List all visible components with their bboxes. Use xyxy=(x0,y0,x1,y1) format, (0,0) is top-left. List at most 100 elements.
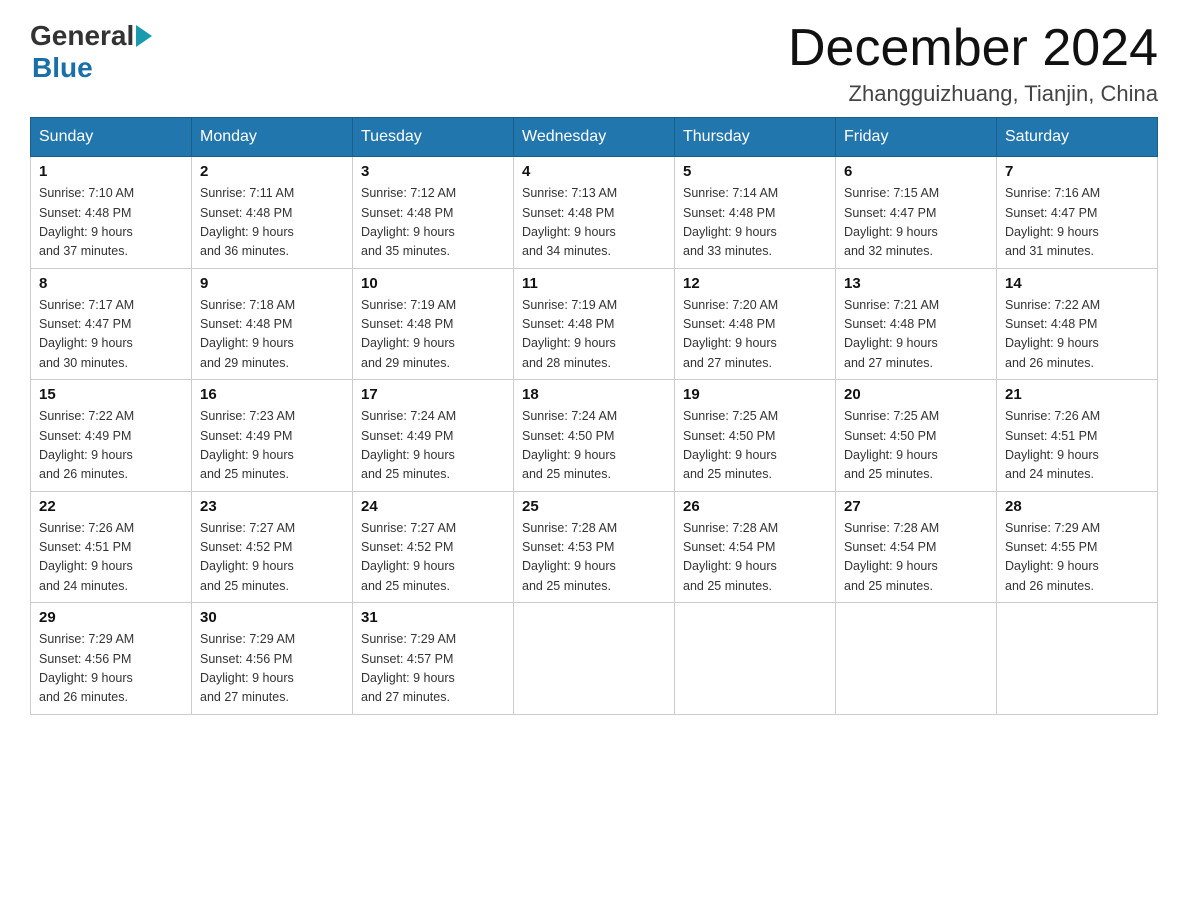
day-number: 11 xyxy=(522,275,666,292)
calendar-cell: 18 Sunrise: 7:24 AMSunset: 4:50 PMDaylig… xyxy=(514,380,675,492)
logo: General Blue xyxy=(30,20,153,84)
day-info: Sunrise: 7:29 AMSunset: 4:55 PMDaylight:… xyxy=(1005,521,1100,593)
day-number: 2 xyxy=(200,163,344,180)
calendar-cell: 19 Sunrise: 7:25 AMSunset: 4:50 PMDaylig… xyxy=(675,380,836,492)
day-number: 22 xyxy=(39,498,183,515)
weekday-header-thursday: Thursday xyxy=(675,118,836,157)
calendar-cell: 28 Sunrise: 7:29 AMSunset: 4:55 PMDaylig… xyxy=(997,491,1158,603)
calendar-cell: 12 Sunrise: 7:20 AMSunset: 4:48 PMDaylig… xyxy=(675,268,836,380)
weekday-header-wednesday: Wednesday xyxy=(514,118,675,157)
logo-blue: Blue xyxy=(32,52,153,84)
day-number: 23 xyxy=(200,498,344,515)
calendar-cell: 24 Sunrise: 7:27 AMSunset: 4:52 PMDaylig… xyxy=(353,491,514,603)
title-block: December 2024 Zhangguizhuang, Tianjin, C… xyxy=(788,20,1158,107)
calendar-week-row: 8 Sunrise: 7:17 AMSunset: 4:47 PMDayligh… xyxy=(31,268,1158,380)
day-info: Sunrise: 7:29 AMSunset: 4:56 PMDaylight:… xyxy=(39,632,134,704)
day-info: Sunrise: 7:25 AMSunset: 4:50 PMDaylight:… xyxy=(683,409,778,481)
day-info: Sunrise: 7:15 AMSunset: 4:47 PMDaylight:… xyxy=(844,186,939,258)
calendar-cell: 21 Sunrise: 7:26 AMSunset: 4:51 PMDaylig… xyxy=(997,380,1158,492)
day-info: Sunrise: 7:16 AMSunset: 4:47 PMDaylight:… xyxy=(1005,186,1100,258)
calendar-cell: 2 Sunrise: 7:11 AMSunset: 4:48 PMDayligh… xyxy=(192,157,353,269)
day-info: Sunrise: 7:11 AMSunset: 4:48 PMDaylight:… xyxy=(200,186,294,258)
day-info: Sunrise: 7:18 AMSunset: 4:48 PMDaylight:… xyxy=(200,298,295,370)
day-number: 10 xyxy=(361,275,505,292)
calendar-cell xyxy=(997,603,1158,715)
day-info: Sunrise: 7:12 AMSunset: 4:48 PMDaylight:… xyxy=(361,186,456,258)
calendar-cell: 1 Sunrise: 7:10 AMSunset: 4:48 PMDayligh… xyxy=(31,157,192,269)
calendar-cell: 17 Sunrise: 7:24 AMSunset: 4:49 PMDaylig… xyxy=(353,380,514,492)
day-number: 9 xyxy=(200,275,344,292)
day-number: 27 xyxy=(844,498,988,515)
day-info: Sunrise: 7:19 AMSunset: 4:48 PMDaylight:… xyxy=(522,298,617,370)
calendar-cell: 30 Sunrise: 7:29 AMSunset: 4:56 PMDaylig… xyxy=(192,603,353,715)
day-number: 31 xyxy=(361,609,505,626)
weekday-header-saturday: Saturday xyxy=(997,118,1158,157)
weekday-header-friday: Friday xyxy=(836,118,997,157)
calendar-cell: 25 Sunrise: 7:28 AMSunset: 4:53 PMDaylig… xyxy=(514,491,675,603)
day-number: 5 xyxy=(683,163,827,180)
day-info: Sunrise: 7:10 AMSunset: 4:48 PMDaylight:… xyxy=(39,186,134,258)
day-number: 6 xyxy=(844,163,988,180)
calendar-cell: 9 Sunrise: 7:18 AMSunset: 4:48 PMDayligh… xyxy=(192,268,353,380)
calendar-cell: 20 Sunrise: 7:25 AMSunset: 4:50 PMDaylig… xyxy=(836,380,997,492)
logo-row1: General xyxy=(30,20,153,52)
calendar-cell: 27 Sunrise: 7:28 AMSunset: 4:54 PMDaylig… xyxy=(836,491,997,603)
day-info: Sunrise: 7:29 AMSunset: 4:57 PMDaylight:… xyxy=(361,632,456,704)
calendar-cell: 22 Sunrise: 7:26 AMSunset: 4:51 PMDaylig… xyxy=(31,491,192,603)
calendar-cell xyxy=(514,603,675,715)
day-info: Sunrise: 7:27 AMSunset: 4:52 PMDaylight:… xyxy=(200,521,295,593)
day-number: 4 xyxy=(522,163,666,180)
day-info: Sunrise: 7:27 AMSunset: 4:52 PMDaylight:… xyxy=(361,521,456,593)
calendar-week-row: 1 Sunrise: 7:10 AMSunset: 4:48 PMDayligh… xyxy=(31,157,1158,269)
day-info: Sunrise: 7:22 AMSunset: 4:49 PMDaylight:… xyxy=(39,409,134,481)
day-number: 26 xyxy=(683,498,827,515)
calendar-cell: 14 Sunrise: 7:22 AMSunset: 4:48 PMDaylig… xyxy=(997,268,1158,380)
day-info: Sunrise: 7:24 AMSunset: 4:50 PMDaylight:… xyxy=(522,409,617,481)
day-number: 15 xyxy=(39,386,183,403)
day-number: 17 xyxy=(361,386,505,403)
calendar-week-row: 29 Sunrise: 7:29 AMSunset: 4:56 PMDaylig… xyxy=(31,603,1158,715)
calendar-cell: 10 Sunrise: 7:19 AMSunset: 4:48 PMDaylig… xyxy=(353,268,514,380)
day-info: Sunrise: 7:24 AMSunset: 4:49 PMDaylight:… xyxy=(361,409,456,481)
page-header: General Blue December 2024 Zhangguizhuan… xyxy=(30,20,1158,107)
day-number: 29 xyxy=(39,609,183,626)
day-number: 24 xyxy=(361,498,505,515)
weekday-header-sunday: Sunday xyxy=(31,118,192,157)
day-number: 30 xyxy=(200,609,344,626)
calendar-cell: 26 Sunrise: 7:28 AMSunset: 4:54 PMDaylig… xyxy=(675,491,836,603)
calendar-cell: 5 Sunrise: 7:14 AMSunset: 4:48 PMDayligh… xyxy=(675,157,836,269)
calendar-header-row: SundayMondayTuesdayWednesdayThursdayFrid… xyxy=(31,118,1158,157)
calendar-cell: 29 Sunrise: 7:29 AMSunset: 4:56 PMDaylig… xyxy=(31,603,192,715)
calendar-cell xyxy=(675,603,836,715)
day-info: Sunrise: 7:28 AMSunset: 4:54 PMDaylight:… xyxy=(683,521,778,593)
calendar-cell: 7 Sunrise: 7:16 AMSunset: 4:47 PMDayligh… xyxy=(997,157,1158,269)
day-number: 13 xyxy=(844,275,988,292)
calendar-cell: 11 Sunrise: 7:19 AMSunset: 4:48 PMDaylig… xyxy=(514,268,675,380)
day-info: Sunrise: 7:25 AMSunset: 4:50 PMDaylight:… xyxy=(844,409,939,481)
day-info: Sunrise: 7:22 AMSunset: 4:48 PMDaylight:… xyxy=(1005,298,1100,370)
day-info: Sunrise: 7:28 AMSunset: 4:54 PMDaylight:… xyxy=(844,521,939,593)
day-number: 14 xyxy=(1005,275,1149,292)
day-number: 12 xyxy=(683,275,827,292)
day-info: Sunrise: 7:29 AMSunset: 4:56 PMDaylight:… xyxy=(200,632,295,704)
day-number: 16 xyxy=(200,386,344,403)
month-title: December 2024 xyxy=(788,20,1158,77)
day-info: Sunrise: 7:21 AMSunset: 4:48 PMDaylight:… xyxy=(844,298,939,370)
calendar-cell: 8 Sunrise: 7:17 AMSunset: 4:47 PMDayligh… xyxy=(31,268,192,380)
location-subtitle: Zhangguizhuang, Tianjin, China xyxy=(788,81,1158,107)
day-number: 3 xyxy=(361,163,505,180)
calendar-cell: 15 Sunrise: 7:22 AMSunset: 4:49 PMDaylig… xyxy=(31,380,192,492)
day-info: Sunrise: 7:28 AMSunset: 4:53 PMDaylight:… xyxy=(522,521,617,593)
day-number: 8 xyxy=(39,275,183,292)
calendar-cell: 31 Sunrise: 7:29 AMSunset: 4:57 PMDaylig… xyxy=(353,603,514,715)
day-number: 25 xyxy=(522,498,666,515)
day-info: Sunrise: 7:17 AMSunset: 4:47 PMDaylight:… xyxy=(39,298,134,370)
logo-general: General xyxy=(30,20,134,52)
calendar-table: SundayMondayTuesdayWednesdayThursdayFrid… xyxy=(30,117,1158,715)
calendar-cell: 3 Sunrise: 7:12 AMSunset: 4:48 PMDayligh… xyxy=(353,157,514,269)
calendar-cell: 6 Sunrise: 7:15 AMSunset: 4:47 PMDayligh… xyxy=(836,157,997,269)
day-info: Sunrise: 7:19 AMSunset: 4:48 PMDaylight:… xyxy=(361,298,456,370)
day-number: 7 xyxy=(1005,163,1149,180)
day-number: 20 xyxy=(844,386,988,403)
weekday-header-monday: Monday xyxy=(192,118,353,157)
